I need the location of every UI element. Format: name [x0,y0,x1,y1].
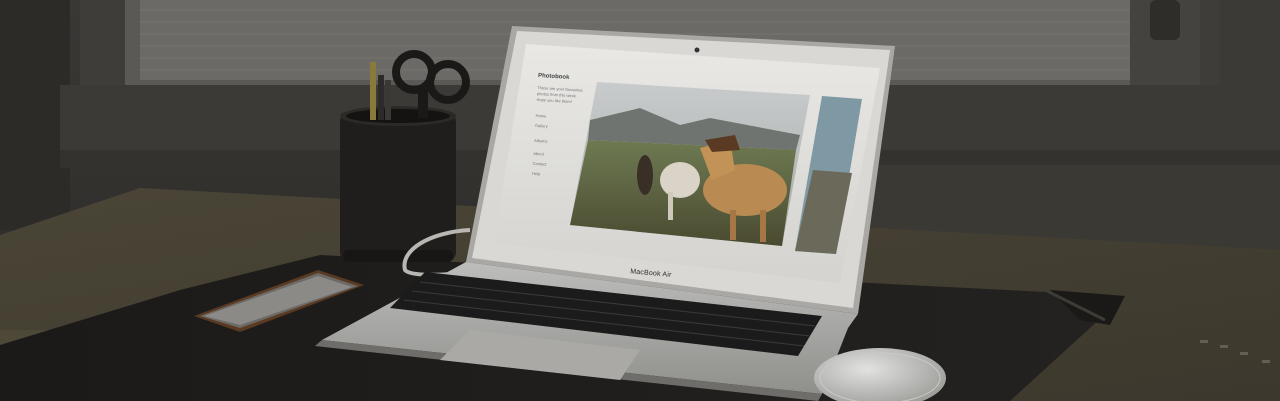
menu-item[interactable]: Help [532,171,541,177]
menu-item[interactable]: Home [535,113,547,119]
menu-item[interactable]: Gallery [535,123,548,129]
menu-item[interactable]: Contact [533,161,548,167]
menu-item[interactable]: About [533,151,545,157]
desk-scene: Photobook Those are your favourites phot… [0,0,1280,401]
menu-item[interactable]: Albums [534,138,548,144]
desk-photo: Photobook Those are your favourites phot… [0,0,1280,401]
horse-photo[interactable] [570,82,810,246]
